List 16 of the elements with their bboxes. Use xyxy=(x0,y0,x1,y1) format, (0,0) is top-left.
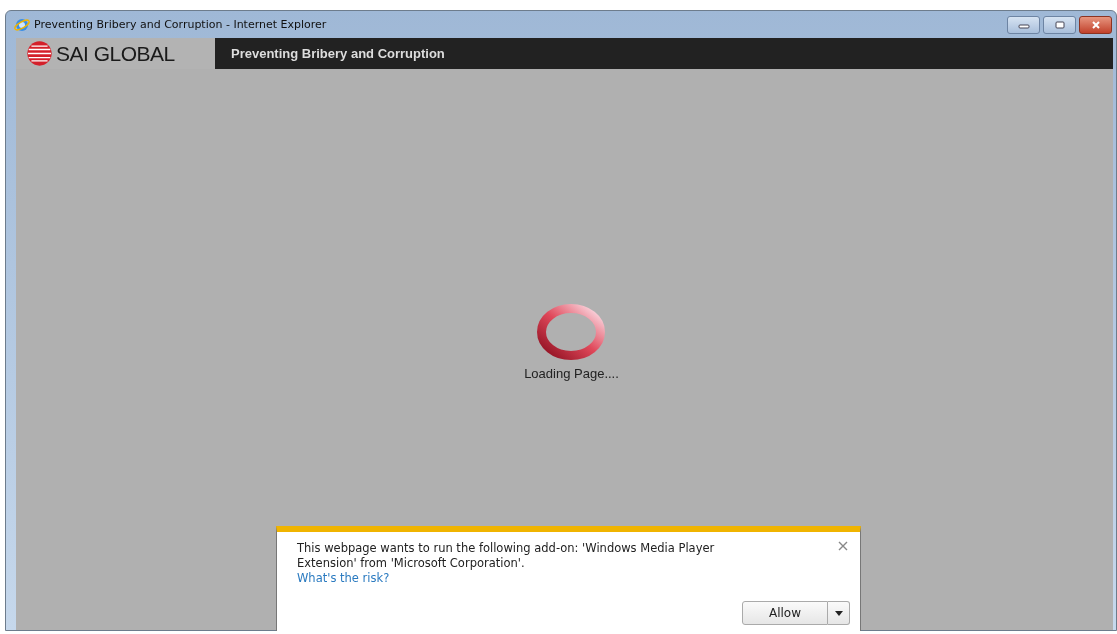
dropdown-button[interactable] xyxy=(828,601,850,625)
window-title: Preventing Bribery and Corruption - Internet Explorer xyxy=(34,18,327,31)
risk-link[interactable]: What's the risk? xyxy=(297,571,390,586)
close-button[interactable] xyxy=(1079,15,1112,34)
notification-message: This webpage wants to run the following add-on: 'Windows Media Player Extension' from 'Microsoft Corporation'. xyxy=(297,541,716,571)
caret-icon xyxy=(834,610,843,616)
loading-label: Loading Page.... xyxy=(524,366,619,381)
allow-button[interactable]: Allow xyxy=(742,601,828,625)
globe-logo-icon xyxy=(26,40,53,67)
minimize-button[interactable] xyxy=(1007,15,1040,34)
logo-text: SAI GLOBAL xyxy=(56,41,175,66)
loading-spinner-icon xyxy=(536,304,607,360)
maximize-button[interactable] xyxy=(1043,15,1076,34)
course-title: Preventing Bribery and Corruption xyxy=(231,46,445,61)
browser-icon xyxy=(14,16,30,33)
close-icon[interactable] xyxy=(838,541,850,553)
